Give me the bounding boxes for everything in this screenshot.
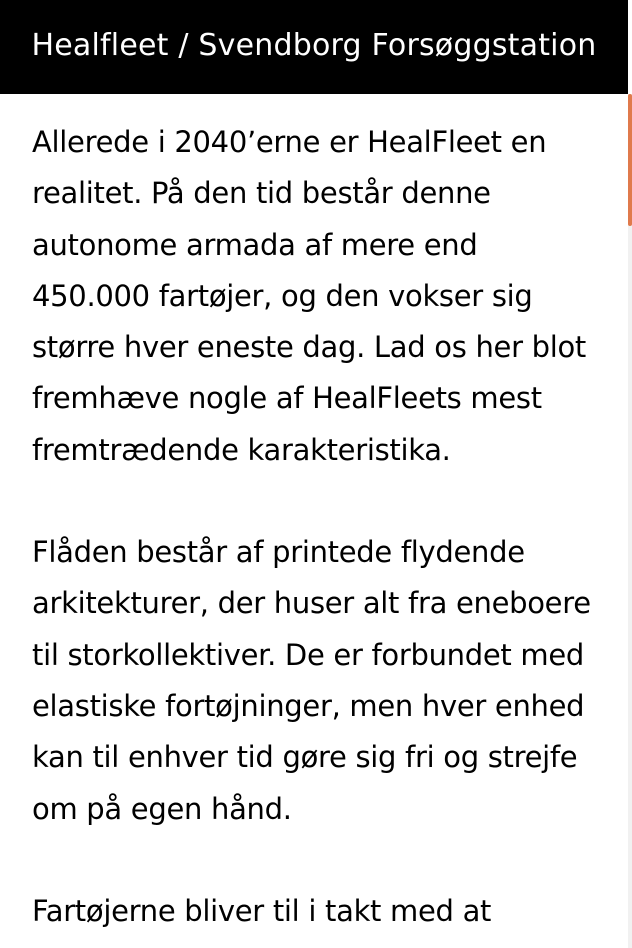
paragraph-line: til storkollektiver. De er forbundet med: [32, 637, 584, 672]
article-paragraph: Fartøjerne bliver til i takt med at: [32, 886, 592, 937]
paragraph-line: 450.000 fartøjer, og den vokser sig: [32, 278, 533, 313]
paragraph-line: elastiske fortøjninger, men hver enhed: [32, 688, 585, 723]
article-paragraph: Allerede i 2040’erne er HealFleet en rea…: [32, 117, 592, 476]
article-body: Allerede i 2040’erne er HealFleet en rea…: [32, 117, 592, 948]
paragraph-line: kan til enhver tid gøre sig fri og strej…: [32, 740, 578, 775]
paragraph-line: Flåden består af printede flydende: [32, 535, 525, 570]
paragraph-line: autonome armada af mere end: [32, 227, 478, 262]
paragraph-line: fremhæve nogle af HealFleets mest: [32, 381, 542, 416]
article-paragraph: Flåden består af printede flydende arkit…: [32, 527, 592, 835]
page-title: Healfleet / Svendborg Forsøggstation: [31, 27, 597, 63]
paragraph-line: arkitekturer, der huser alt fra eneboere: [32, 586, 591, 621]
paragraph-line: realitet. På den tid består denne: [32, 176, 491, 211]
paragraph-line: større hver eneste dag. Lad os her blot: [32, 330, 586, 365]
paragraph-line: Fartøjerne bliver til i takt med at: [32, 893, 492, 928]
paragraph-line: fremtrædende karakteristika.: [32, 432, 451, 467]
paragraph-line: Allerede i 2040’erne er HealFleet en: [32, 125, 547, 159]
paragraph-line: om på egen hånd.: [32, 791, 292, 826]
page-header: Healfleet / Svendborg Forsøggstation: [0, 0, 628, 94]
scrollbar-thumb[interactable]: [628, 94, 632, 226]
